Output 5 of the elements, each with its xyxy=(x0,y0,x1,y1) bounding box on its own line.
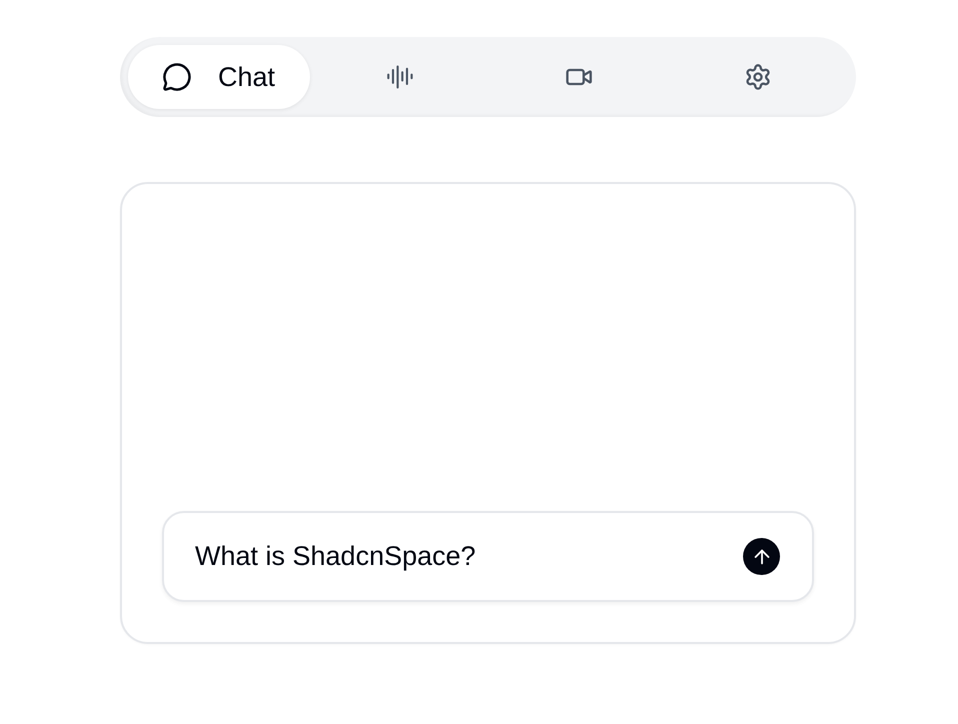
chat-tab[interactable]: Chat xyxy=(128,45,310,109)
sound-wave-icon xyxy=(386,63,414,91)
settings-icon xyxy=(744,63,772,91)
speech-bubble-icon xyxy=(162,62,192,92)
message-input[interactable]: What is ShadcnSpace? xyxy=(162,511,814,602)
